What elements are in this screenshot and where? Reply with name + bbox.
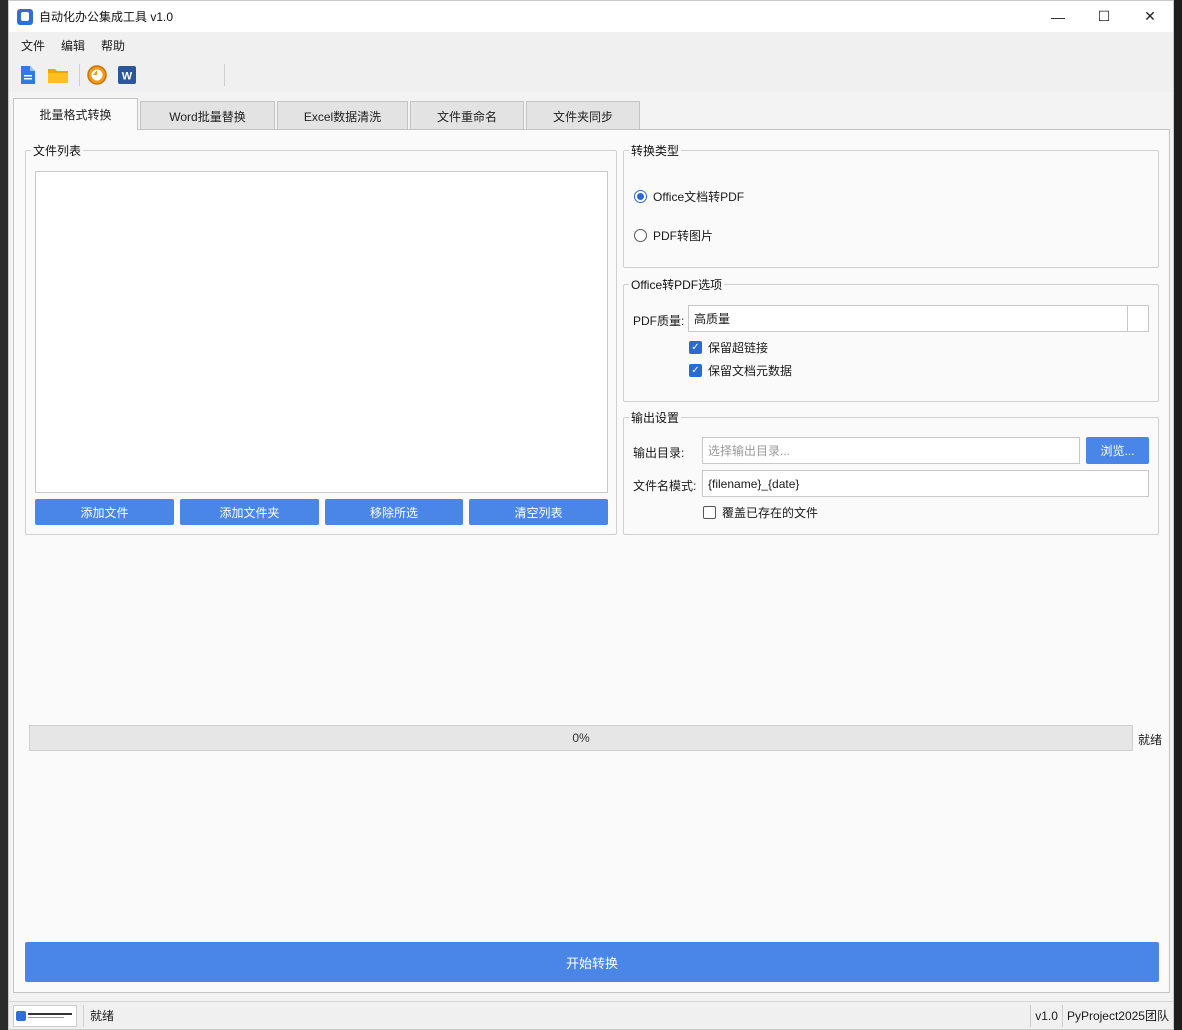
history-icon[interactable] [84, 62, 110, 88]
output-dir-input[interactable]: 选择输出目录... [702, 437, 1080, 464]
menu-bar: 文件 编辑 帮助 [9, 32, 1173, 58]
dropdown-arrow-icon[interactable] [1127, 306, 1148, 331]
progress-text: 0% [572, 731, 590, 745]
browse-button[interactable]: 浏览... [1086, 437, 1149, 464]
new-file-icon[interactable] [15, 62, 41, 88]
output-dir-label: 输出目录: [633, 446, 685, 460]
pdf-quality-select[interactable]: 高质量 [688, 305, 1149, 332]
taskbar-thumbnail [13, 1004, 77, 1027]
pdf-quality-label: PDF质量: [633, 314, 685, 328]
close-button[interactable]: ✕ [1127, 1, 1173, 32]
status-message: 就绪 [90, 1009, 115, 1023]
checkbox-label: 覆盖已存在的文件 [722, 506, 819, 520]
tab-excel-clean[interactable]: Excel数据清洗 [277, 101, 408, 130]
app-logo-icon [17, 8, 33, 25]
pdf-quality-value: 高质量 [694, 312, 731, 326]
overwrite-checkbox[interactable]: 覆盖已存在的文件 [703, 504, 818, 521]
radio-label: Office文档转PDF [653, 190, 745, 204]
thumbnail-line [28, 1013, 72, 1015]
start-convert-button[interactable]: 开始转换 [25, 942, 1159, 982]
file-list-group: 文件列表 添加文件 添加文件夹 移除所选 清空列表 [25, 142, 617, 535]
file-list[interactable] [35, 171, 608, 493]
status-separator [83, 1004, 84, 1027]
convert-type-title: 转换类型 [629, 142, 682, 159]
radio-pdf-to-image[interactable]: PDF转图片 [634, 227, 713, 244]
main-window: 自动化办公集成工具 v1.0 — ☐ ✕ 文件 编辑 帮助 W 批量格式转换 W… [8, 0, 1174, 1030]
title-bar: 自动化办公集成工具 v1.0 — ☐ ✕ [9, 1, 1173, 32]
open-folder-icon[interactable] [45, 62, 71, 88]
tab-folder-sync[interactable]: 文件夹同步 [526, 101, 640, 130]
clear-list-button[interactable]: 清空列表 [469, 499, 608, 525]
radio-indicator[interactable] [634, 229, 647, 242]
progress-bar: 0% [29, 725, 1133, 751]
tab-file-rename[interactable]: 文件重命名 [410, 101, 524, 130]
radio-indicator[interactable] [634, 190, 647, 203]
toolbar-separator [224, 64, 225, 86]
checkbox-label: 保留超链接 [708, 341, 769, 355]
convert-type-group: 转换类型 Office文档转PDF PDF转图片 [623, 142, 1159, 268]
radio-label: PDF转图片 [653, 229, 714, 243]
word-icon[interactable]: W [114, 62, 140, 88]
filename-pattern-label: 文件名模式: [633, 479, 697, 493]
window-controls: — ☐ ✕ [1035, 1, 1173, 32]
status-version: v1.0 [1030, 1004, 1062, 1027]
output-settings-group: 输出设置 输出目录: 选择输出目录... 浏览... 文件名模式: {filen… [623, 409, 1159, 535]
status-right: v1.0 PyProject2025团队 [1030, 1002, 1173, 1029]
app-logo-icon [16, 1010, 26, 1021]
checkbox-label: 保留文档元数据 [708, 364, 793, 378]
add-file-button[interactable]: 添加文件 [35, 499, 174, 525]
check-icon[interactable]: ✓ [689, 341, 702, 354]
file-list-title: 文件列表 [31, 142, 84, 159]
minimize-button[interactable]: — [1035, 1, 1081, 32]
status-team: PyProject2025团队 [1061, 1004, 1173, 1027]
menu-edit[interactable]: 编辑 [53, 37, 93, 54]
keep-hyperlinks-checkbox[interactable]: ✓ 保留超链接 [689, 339, 768, 356]
maximize-button[interactable]: ☐ [1081, 1, 1127, 32]
progress-status: 就绪 [1138, 733, 1163, 747]
tab-batch-convert[interactable]: 批量格式转换 [13, 98, 138, 130]
thumbnail-lines [28, 1013, 72, 1018]
tab-panel: 文件列表 添加文件 添加文件夹 移除所选 清空列表 转换类型 Office文档转… [13, 129, 1170, 993]
tab-word-replace[interactable]: Word批量替换 [140, 101, 275, 130]
output-settings-title: 输出设置 [629, 409, 682, 426]
menu-file[interactable]: 文件 [13, 37, 53, 54]
thumbnail-line [28, 1017, 64, 1018]
filename-pattern-input[interactable]: {filename}_{date} [702, 470, 1149, 497]
menu-help[interactable]: 帮助 [93, 37, 133, 54]
pdf-options-title: Office转PDF选项 [629, 276, 725, 293]
add-folder-button[interactable]: 添加文件夹 [180, 499, 319, 525]
remove-selected-button[interactable]: 移除所选 [325, 499, 463, 525]
svg-text:W: W [122, 71, 133, 83]
toolbar: W [9, 58, 1173, 92]
pdf-options-group: Office转PDF选项 PDF质量: 高质量 ✓ 保留超链接 ✓ 保留文档元数… [623, 276, 1159, 402]
keep-metadata-checkbox[interactable]: ✓ 保留文档元数据 [689, 362, 792, 379]
toolbar-separator [79, 64, 80, 86]
window-title: 自动化办公集成工具 v1.0 [39, 10, 174, 24]
tab-bar: 批量格式转换 Word批量替换 Excel数据清洗 文件重命名 文件夹同步 [13, 98, 642, 130]
status-bar: 就绪 v1.0 PyProject2025团队 [9, 1001, 1173, 1029]
check-icon[interactable] [703, 506, 716, 519]
radio-office-to-pdf[interactable]: Office文档转PDF [634, 188, 744, 205]
check-icon[interactable]: ✓ [689, 364, 702, 377]
